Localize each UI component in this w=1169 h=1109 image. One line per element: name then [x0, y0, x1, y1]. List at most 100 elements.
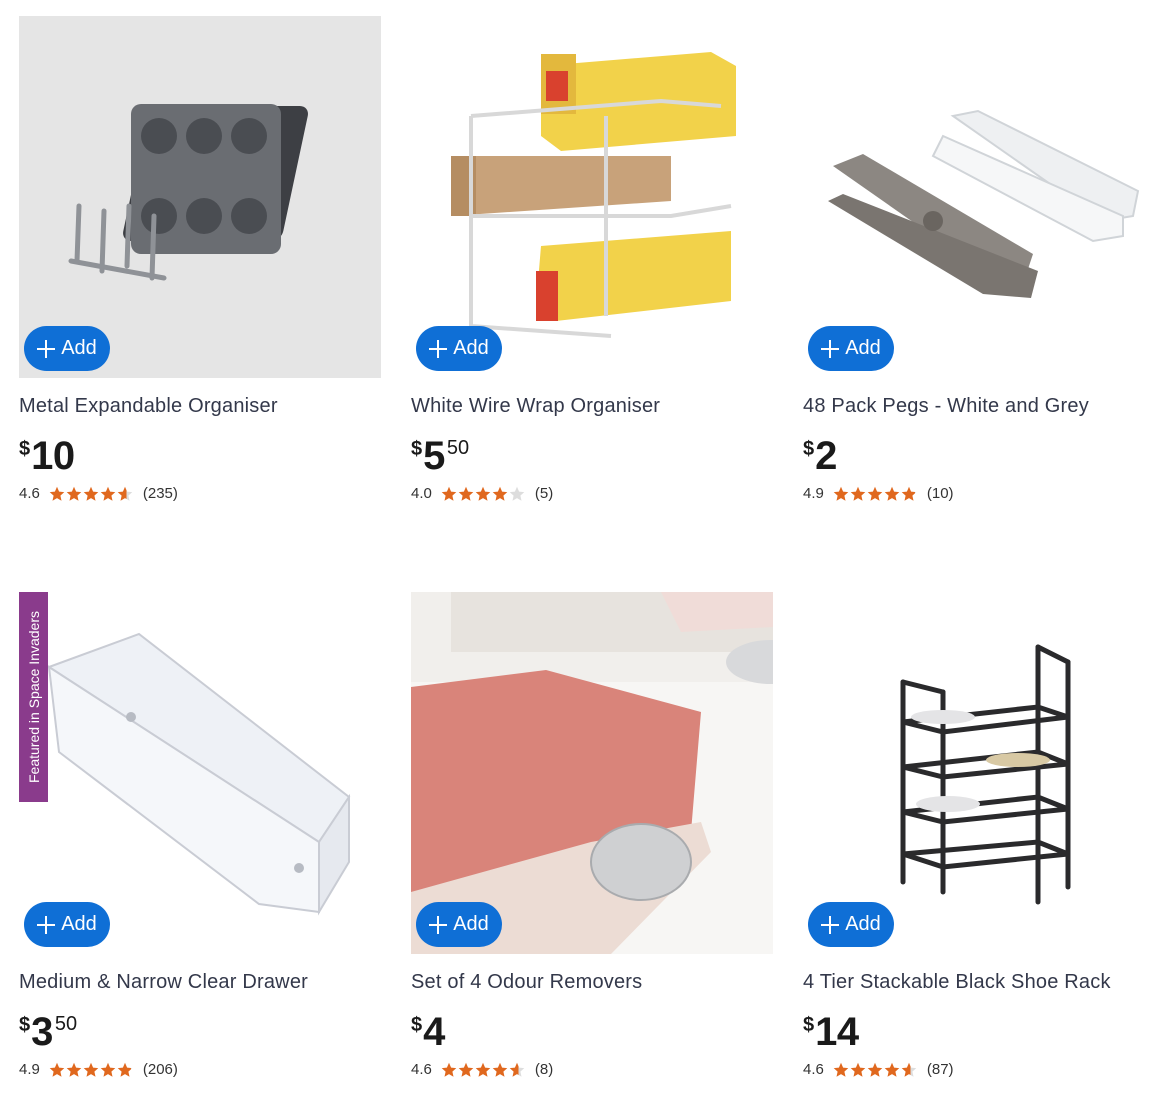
product-image[interactable]: Add: [411, 16, 773, 378]
product-price: $ 5 50: [411, 434, 773, 480]
star-rating: [833, 486, 917, 502]
star-icon: [867, 486, 883, 501]
product-image[interactable]: Add: [19, 16, 381, 378]
product-rating[interactable]: 4.6 (8): [411, 1061, 773, 1078]
rating-score: 4.9: [803, 485, 824, 502]
review-count: (235): [142, 485, 178, 502]
featured-badge-label: Featured in Space Invaders: [25, 611, 42, 783]
star-icon: [867, 1062, 883, 1077]
star-icon: [850, 486, 866, 501]
star-icon: [475, 1062, 491, 1077]
star-rating: [441, 1062, 525, 1078]
star-icon: [850, 1062, 866, 1077]
product-title[interactable]: Medium & Narrow Clear Drawer: [19, 971, 381, 994]
featured-badge: Featured in Space Invaders: [19, 592, 48, 802]
product-rating[interactable]: 4.9 (10): [803, 485, 1165, 502]
product-image[interactable]: Add: [803, 592, 1165, 954]
product-image[interactable]: Add: [803, 16, 1165, 378]
product-rating[interactable]: 4.6 (235): [19, 485, 381, 502]
add-to-cart-button[interactable]: Add: [24, 326, 110, 371]
shoe-rack-image: [900, 644, 1071, 905]
product-price: $ 14: [803, 1010, 1165, 1056]
star-icon: [475, 486, 491, 501]
product-rating[interactable]: 4.0 (5): [411, 485, 773, 502]
product-card[interactable]: Add 4 Tier Stackable Black Shoe Rack $ 1…: [803, 592, 1165, 1078]
review-count: (87): [926, 1061, 954, 1078]
rating-score: 4.9: [19, 1061, 40, 1078]
star-icon: [458, 1062, 474, 1077]
product-image[interactable]: Add: [411, 592, 773, 954]
plus-icon: [821, 915, 840, 934]
product-title[interactable]: 4 Tier Stackable Black Shoe Rack: [803, 971, 1165, 994]
product-title[interactable]: White Wire Wrap Organiser: [411, 395, 773, 418]
star-icon: [49, 1062, 65, 1077]
add-to-cart-button[interactable]: Add: [808, 326, 894, 371]
product-title[interactable]: Set of 4 Odour Removers: [411, 971, 773, 994]
star-icon: [117, 1062, 133, 1077]
plus-icon: [37, 915, 56, 934]
product-price: $ 10: [19, 434, 381, 480]
product-card[interactable]: Add 48 Pack Pegs - White and Grey $ 2 4.…: [803, 16, 1165, 502]
pegs-image: [828, 109, 1140, 298]
product-rating[interactable]: 4.6 (87): [803, 1061, 1165, 1078]
star-icon: [66, 1062, 82, 1077]
star-icon: [100, 486, 116, 501]
product-card[interactable]: Add Metal Expandable Organiser $ 10 4.6 …: [19, 16, 381, 502]
rating-score: 4.6: [803, 1061, 824, 1078]
price-currency: $: [19, 1014, 31, 1036]
product-price: $ 4: [411, 1010, 773, 1056]
price-dollars: 14: [815, 1010, 859, 1054]
star-icon: [509, 1062, 525, 1077]
star-icon: [83, 486, 99, 501]
add-button-label: Add: [453, 337, 489, 359]
add-to-cart-button[interactable]: Add: [808, 902, 894, 947]
plus-icon: [429, 915, 448, 934]
star-icon: [901, 1062, 917, 1077]
rating-score: 4.6: [19, 485, 40, 502]
odour-removers-image: [411, 592, 773, 954]
price-dollars: 10: [31, 434, 75, 478]
rating-score: 4.6: [411, 1061, 432, 1078]
star-rating: [49, 1062, 133, 1078]
star-icon: [49, 486, 65, 501]
star-icon: [66, 486, 82, 501]
review-count: (5): [534, 485, 554, 502]
wire-wrap-organiser-image: [451, 52, 736, 338]
product-image[interactable]: Featured in Space Invaders Add: [19, 592, 381, 954]
star-icon: [117, 486, 133, 501]
star-icon: [884, 486, 900, 501]
star-rating: [49, 486, 133, 502]
star-icon: [492, 1062, 508, 1077]
product-card[interactable]: Add Set of 4 Odour Removers $ 4 4.6 (8): [411, 592, 773, 1078]
price-dollars: 2: [815, 434, 837, 478]
add-button-label: Add: [61, 337, 97, 359]
price-dollars: 5: [423, 434, 445, 478]
product-rating[interactable]: 4.9 (206): [19, 1061, 381, 1078]
price-currency: $: [411, 1014, 423, 1036]
plus-icon: [429, 339, 448, 358]
product-title[interactable]: 48 Pack Pegs - White and Grey: [803, 395, 1165, 418]
add-to-cart-button[interactable]: Add: [416, 326, 502, 371]
star-rating: [441, 486, 525, 502]
product-price: $ 3 50: [19, 1010, 381, 1056]
price-dollars: 3: [31, 1010, 53, 1054]
add-to-cart-button[interactable]: Add: [24, 902, 110, 947]
rating-score: 4.0: [411, 485, 432, 502]
star-rating: [833, 1062, 917, 1078]
review-count: (10): [926, 485, 954, 502]
price-currency: $: [19, 438, 31, 460]
price-currency: $: [411, 438, 423, 460]
star-icon: [833, 486, 849, 501]
product-card[interactable]: Add White Wire Wrap Organiser $ 5 50 4.0…: [411, 16, 773, 502]
price-currency: $: [803, 1014, 815, 1036]
star-icon: [509, 486, 525, 501]
clear-drawer-image: [46, 632, 351, 916]
product-title[interactable]: Metal Expandable Organiser: [19, 395, 381, 418]
star-icon: [901, 486, 917, 501]
review-count: (8): [534, 1061, 554, 1078]
add-to-cart-button[interactable]: Add: [416, 902, 502, 947]
price-cents: 50: [446, 437, 470, 459]
star-icon: [884, 1062, 900, 1077]
product-card[interactable]: Featured in Space Invaders Add Medium & …: [19, 592, 381, 1078]
star-icon: [441, 1062, 457, 1077]
